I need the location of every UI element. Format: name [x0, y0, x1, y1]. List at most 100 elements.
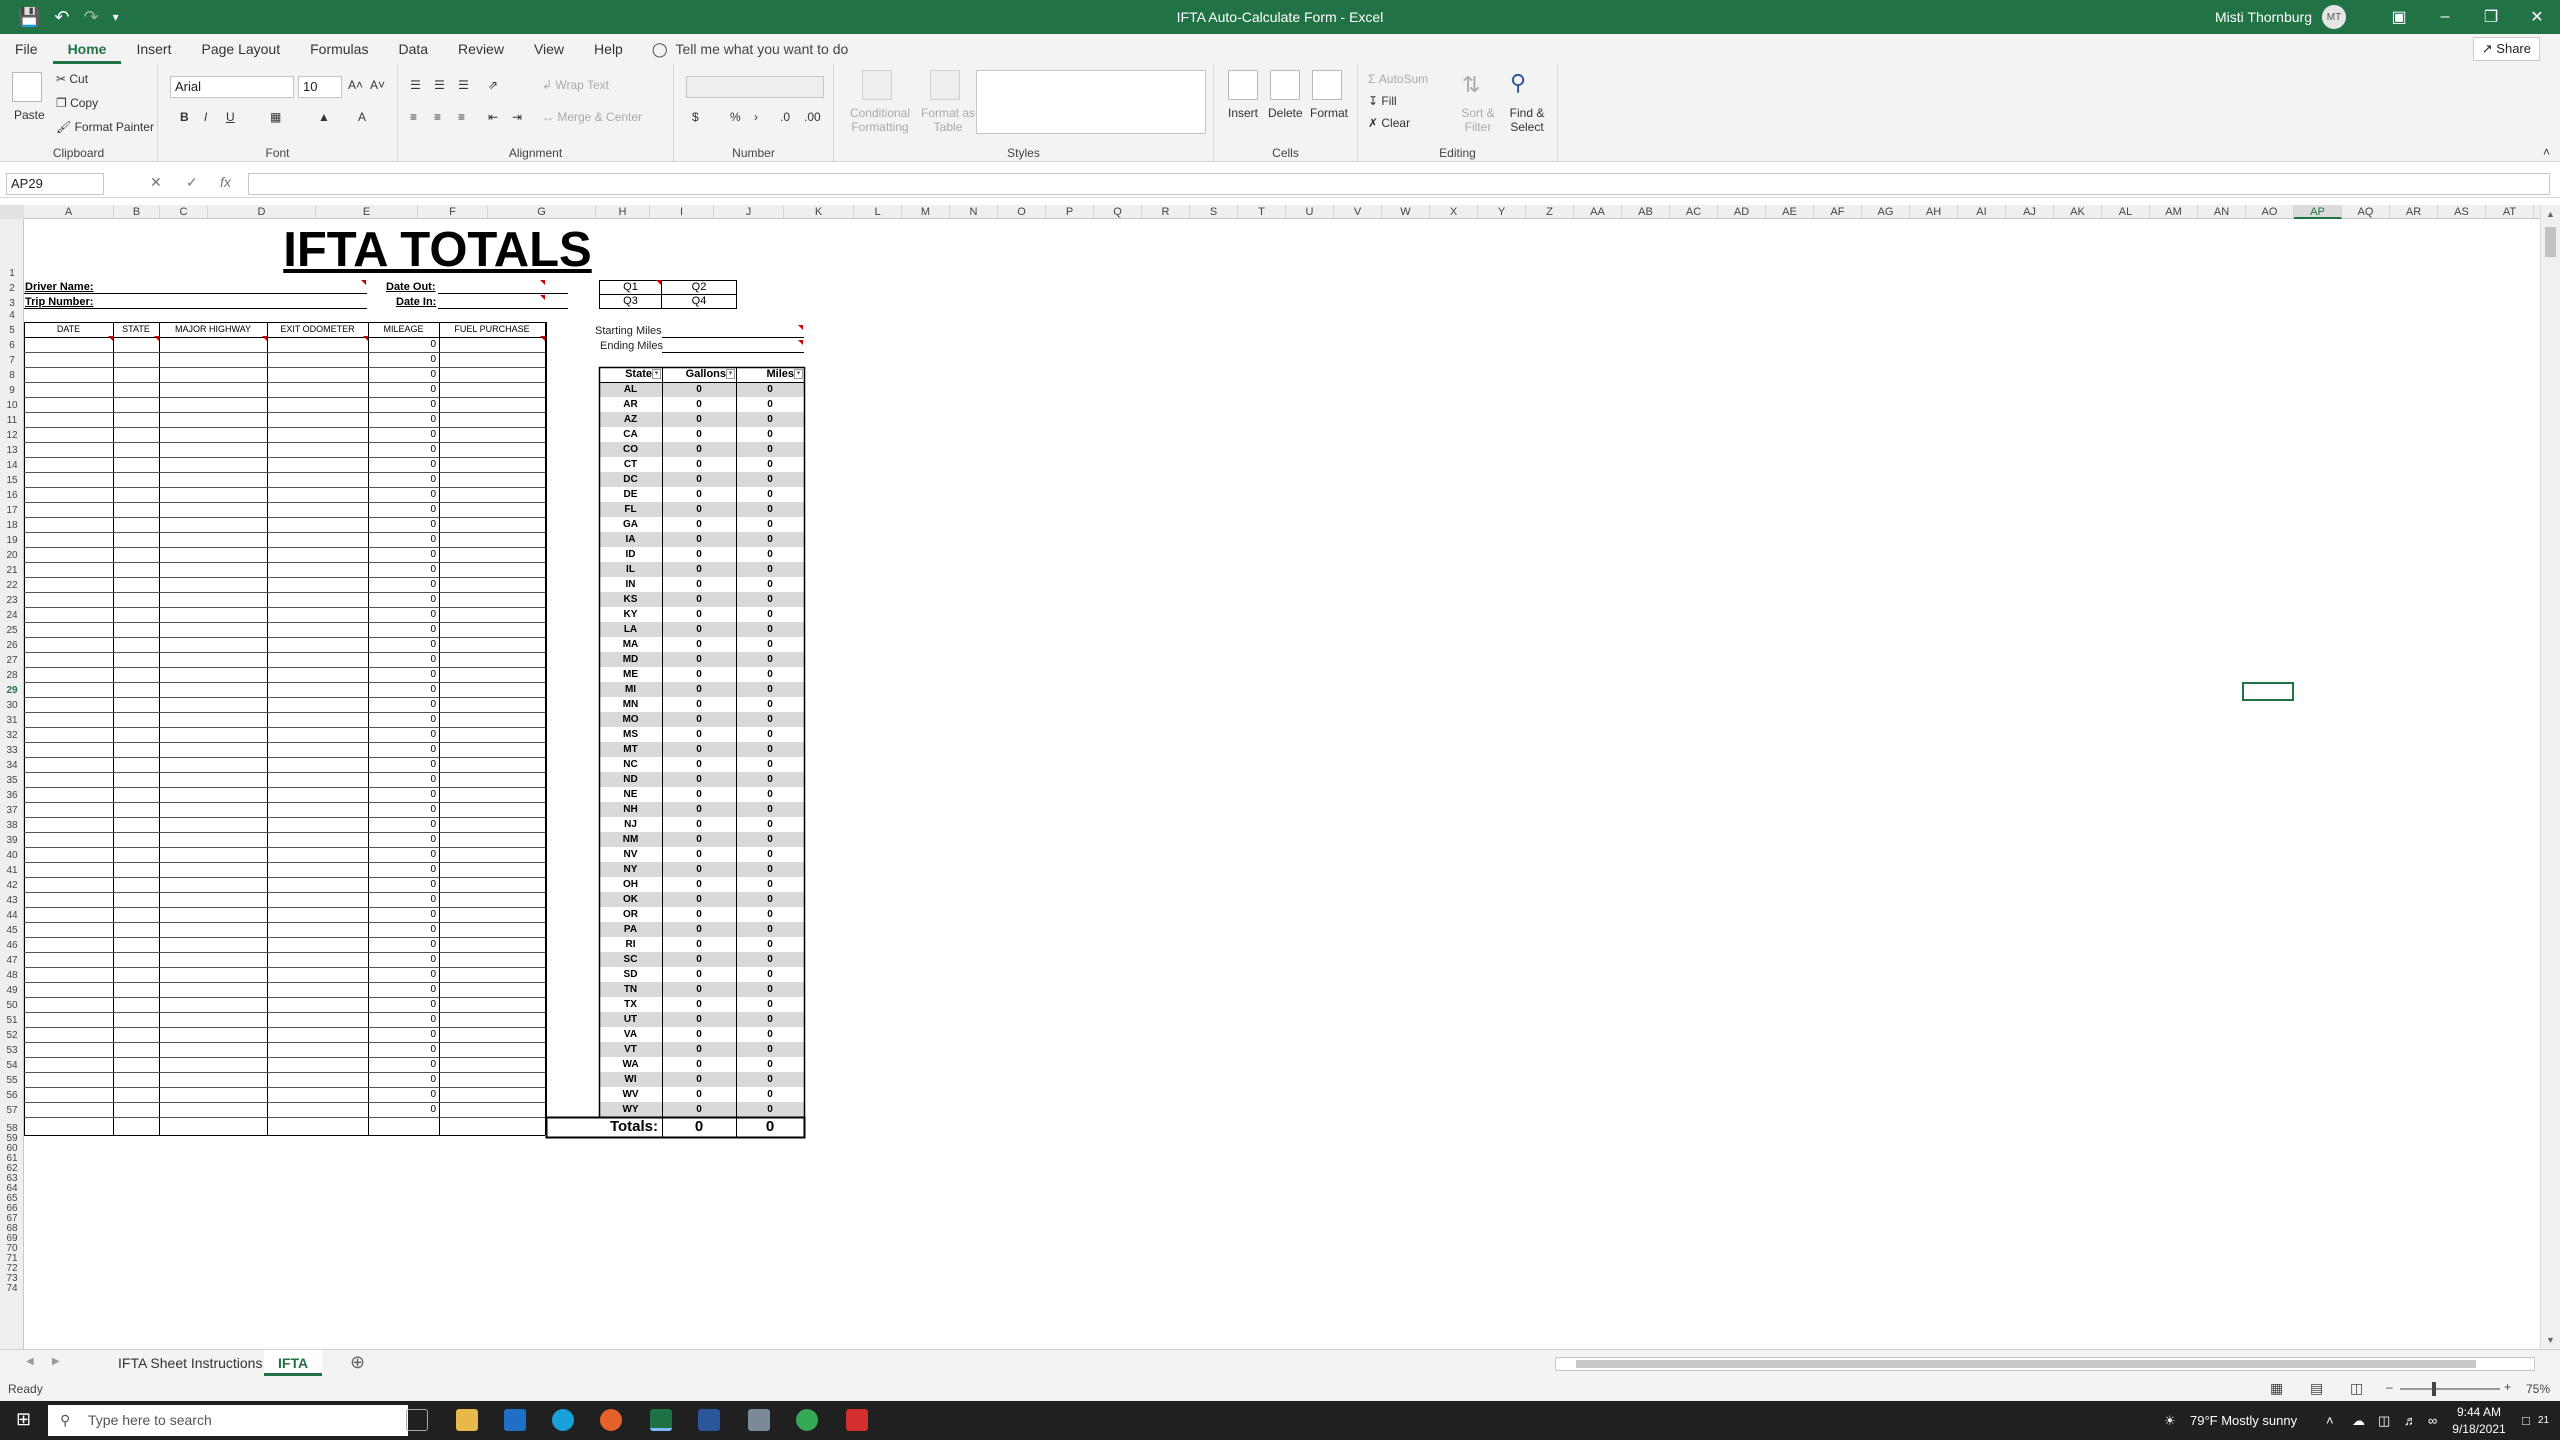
- mileage-cell[interactable]: 0: [368, 804, 436, 815]
- state-miles-cell[interactable]: 0: [736, 534, 804, 545]
- column-header-a[interactable]: A: [24, 205, 114, 219]
- zoom-level[interactable]: 75%: [2526, 1382, 2550, 1396]
- active-cell-ap29[interactable]: [2242, 682, 2294, 701]
- row-header[interactable]: 25: [0, 626, 24, 636]
- delete-cells-button[interactable]: Delete: [1268, 106, 1303, 120]
- row-header[interactable]: 51: [0, 1016, 24, 1026]
- row-header[interactable]: 13: [0, 446, 24, 456]
- state-gallons-cell[interactable]: 0: [662, 609, 736, 620]
- state-miles-cell[interactable]: 0: [736, 489, 804, 500]
- row-header[interactable]: 33: [0, 746, 24, 756]
- state-miles-cell[interactable]: 0: [736, 399, 804, 410]
- column-header-ae[interactable]: AE: [1766, 205, 1814, 219]
- row-header[interactable]: 50: [0, 1001, 24, 1011]
- state-gallons-cell[interactable]: 0: [662, 1089, 736, 1100]
- comment-indicator[interactable]: [798, 340, 803, 345]
- state-gallons-cell[interactable]: 0: [662, 1044, 736, 1055]
- mileage-cell[interactable]: 0: [368, 924, 436, 935]
- column-header-c[interactable]: C: [160, 205, 208, 219]
- date-out-line[interactable]: [438, 293, 568, 294]
- increase-decimal-icon[interactable]: .0: [780, 110, 790, 124]
- state-miles-cell[interactable]: 0: [736, 759, 804, 770]
- mileage-cell[interactable]: 0: [368, 609, 436, 620]
- mileage-cell[interactable]: 0: [368, 639, 436, 650]
- state-gallons-cell[interactable]: 0: [662, 909, 736, 920]
- column-header-ar[interactable]: AR: [2390, 205, 2438, 219]
- tab-file[interactable]: File: [0, 34, 53, 64]
- merge-center-button[interactable]: ↔ Merge & Center: [542, 110, 642, 124]
- weather-text[interactable]: 79°F Mostly sunny: [2190, 1401, 2297, 1440]
- column-header-n[interactable]: N: [950, 205, 998, 219]
- borders-icon[interactable]: ▦: [270, 110, 281, 124]
- row-header[interactable]: 40: [0, 851, 24, 861]
- mileage-cell[interactable]: 0: [368, 429, 436, 440]
- column-header-p[interactable]: P: [1046, 205, 1094, 219]
- windows-start-icon[interactable]: ⊞: [16, 1409, 31, 1430]
- state-miles-cell[interactable]: 0: [736, 999, 804, 1010]
- state-miles-cell[interactable]: 0: [736, 909, 804, 920]
- comment-indicator[interactable]: [540, 336, 545, 341]
- row-header[interactable]: 18: [0, 521, 24, 531]
- row-header[interactable]: 5: [0, 326, 24, 336]
- column-header-ah[interactable]: AH: [1910, 205, 1958, 219]
- column-header-aa[interactable]: AA: [1574, 205, 1622, 219]
- state-gallons-cell[interactable]: 0: [662, 939, 736, 950]
- state-miles-cell[interactable]: 0: [736, 744, 804, 755]
- row-header[interactable]: 7: [0, 356, 24, 366]
- mileage-cell[interactable]: 0: [368, 1089, 436, 1100]
- paste-icon[interactable]: [12, 72, 42, 102]
- row-header[interactable]: 36: [0, 791, 24, 801]
- state-miles-cell[interactable]: 0: [736, 969, 804, 980]
- row-header[interactable]: 34: [0, 761, 24, 771]
- state-miles-cell[interactable]: 0: [736, 954, 804, 965]
- state-miles-cell[interactable]: 0: [736, 669, 804, 680]
- align-top-icon[interactable]: ☰: [410, 78, 421, 92]
- filter-dropdown-icon[interactable]: ▾: [652, 369, 661, 379]
- network-icon[interactable]: ◫: [2378, 1401, 2390, 1440]
- save-icon[interactable]: 💾: [18, 7, 40, 28]
- totals-gallons[interactable]: 0: [662, 1118, 736, 1135]
- row-header[interactable]: 8: [0, 371, 24, 381]
- state-gallons-cell[interactable]: 0: [662, 804, 736, 815]
- state-miles-cell[interactable]: 0: [736, 789, 804, 800]
- row-header[interactable]: 15: [0, 476, 24, 486]
- format-cells-icon[interactable]: [1312, 70, 1342, 100]
- mileage-cell[interactable]: 0: [368, 699, 436, 710]
- number-format-box[interactable]: [686, 76, 824, 98]
- insert-cells-icon[interactable]: [1228, 70, 1258, 100]
- state-gallons-cell[interactable]: 0: [662, 549, 736, 560]
- state-miles-cell[interactable]: 0: [736, 684, 804, 695]
- mileage-cell[interactable]: 0: [368, 369, 436, 380]
- chrome-icon[interactable]: [796, 1409, 818, 1431]
- tab-view[interactable]: View: [519, 34, 579, 64]
- quarter-q4[interactable]: Q4: [661, 294, 737, 309]
- row-header[interactable]: 32: [0, 731, 24, 741]
- state-miles-cell[interactable]: 0: [736, 624, 804, 635]
- currency-icon[interactable]: $: [692, 110, 699, 124]
- column-header-h[interactable]: H: [596, 205, 650, 219]
- mileage-cell[interactable]: 0: [368, 669, 436, 680]
- sheet-tab-ifta[interactable]: IFTA: [264, 1350, 323, 1376]
- mileage-cell[interactable]: 0: [368, 834, 436, 845]
- clock-date[interactable]: 9/18/2021: [2446, 1421, 2512, 1437]
- state-miles-cell[interactable]: 0: [736, 1044, 804, 1055]
- mileage-cell[interactable]: 0: [368, 774, 436, 785]
- edge-icon[interactable]: [552, 1409, 574, 1431]
- mileage-cell[interactable]: 0: [368, 654, 436, 665]
- undo-icon[interactable]: ↶: [54, 7, 69, 28]
- next-sheet-icon[interactable]: ▶: [52, 1356, 60, 1367]
- row-header[interactable]: 17: [0, 506, 24, 516]
- mileage-cell[interactable]: 0: [368, 1074, 436, 1085]
- italic-icon[interactable]: I: [204, 110, 207, 124]
- word-icon[interactable]: [698, 1409, 720, 1431]
- row-header[interactable]: 3: [0, 299, 24, 309]
- mileage-cell[interactable]: 0: [368, 594, 436, 605]
- mileage-cell[interactable]: 0: [368, 714, 436, 725]
- state-gallons-cell[interactable]: 0: [662, 444, 736, 455]
- mileage-cell[interactable]: 0: [368, 789, 436, 800]
- tab-data[interactable]: Data: [383, 34, 443, 64]
- increase-font-icon[interactable]: A˄: [348, 78, 363, 92]
- state-gallons-cell[interactable]: 0: [662, 669, 736, 680]
- row-header[interactable]: 23: [0, 596, 24, 606]
- state-miles-cell[interactable]: 0: [736, 474, 804, 485]
